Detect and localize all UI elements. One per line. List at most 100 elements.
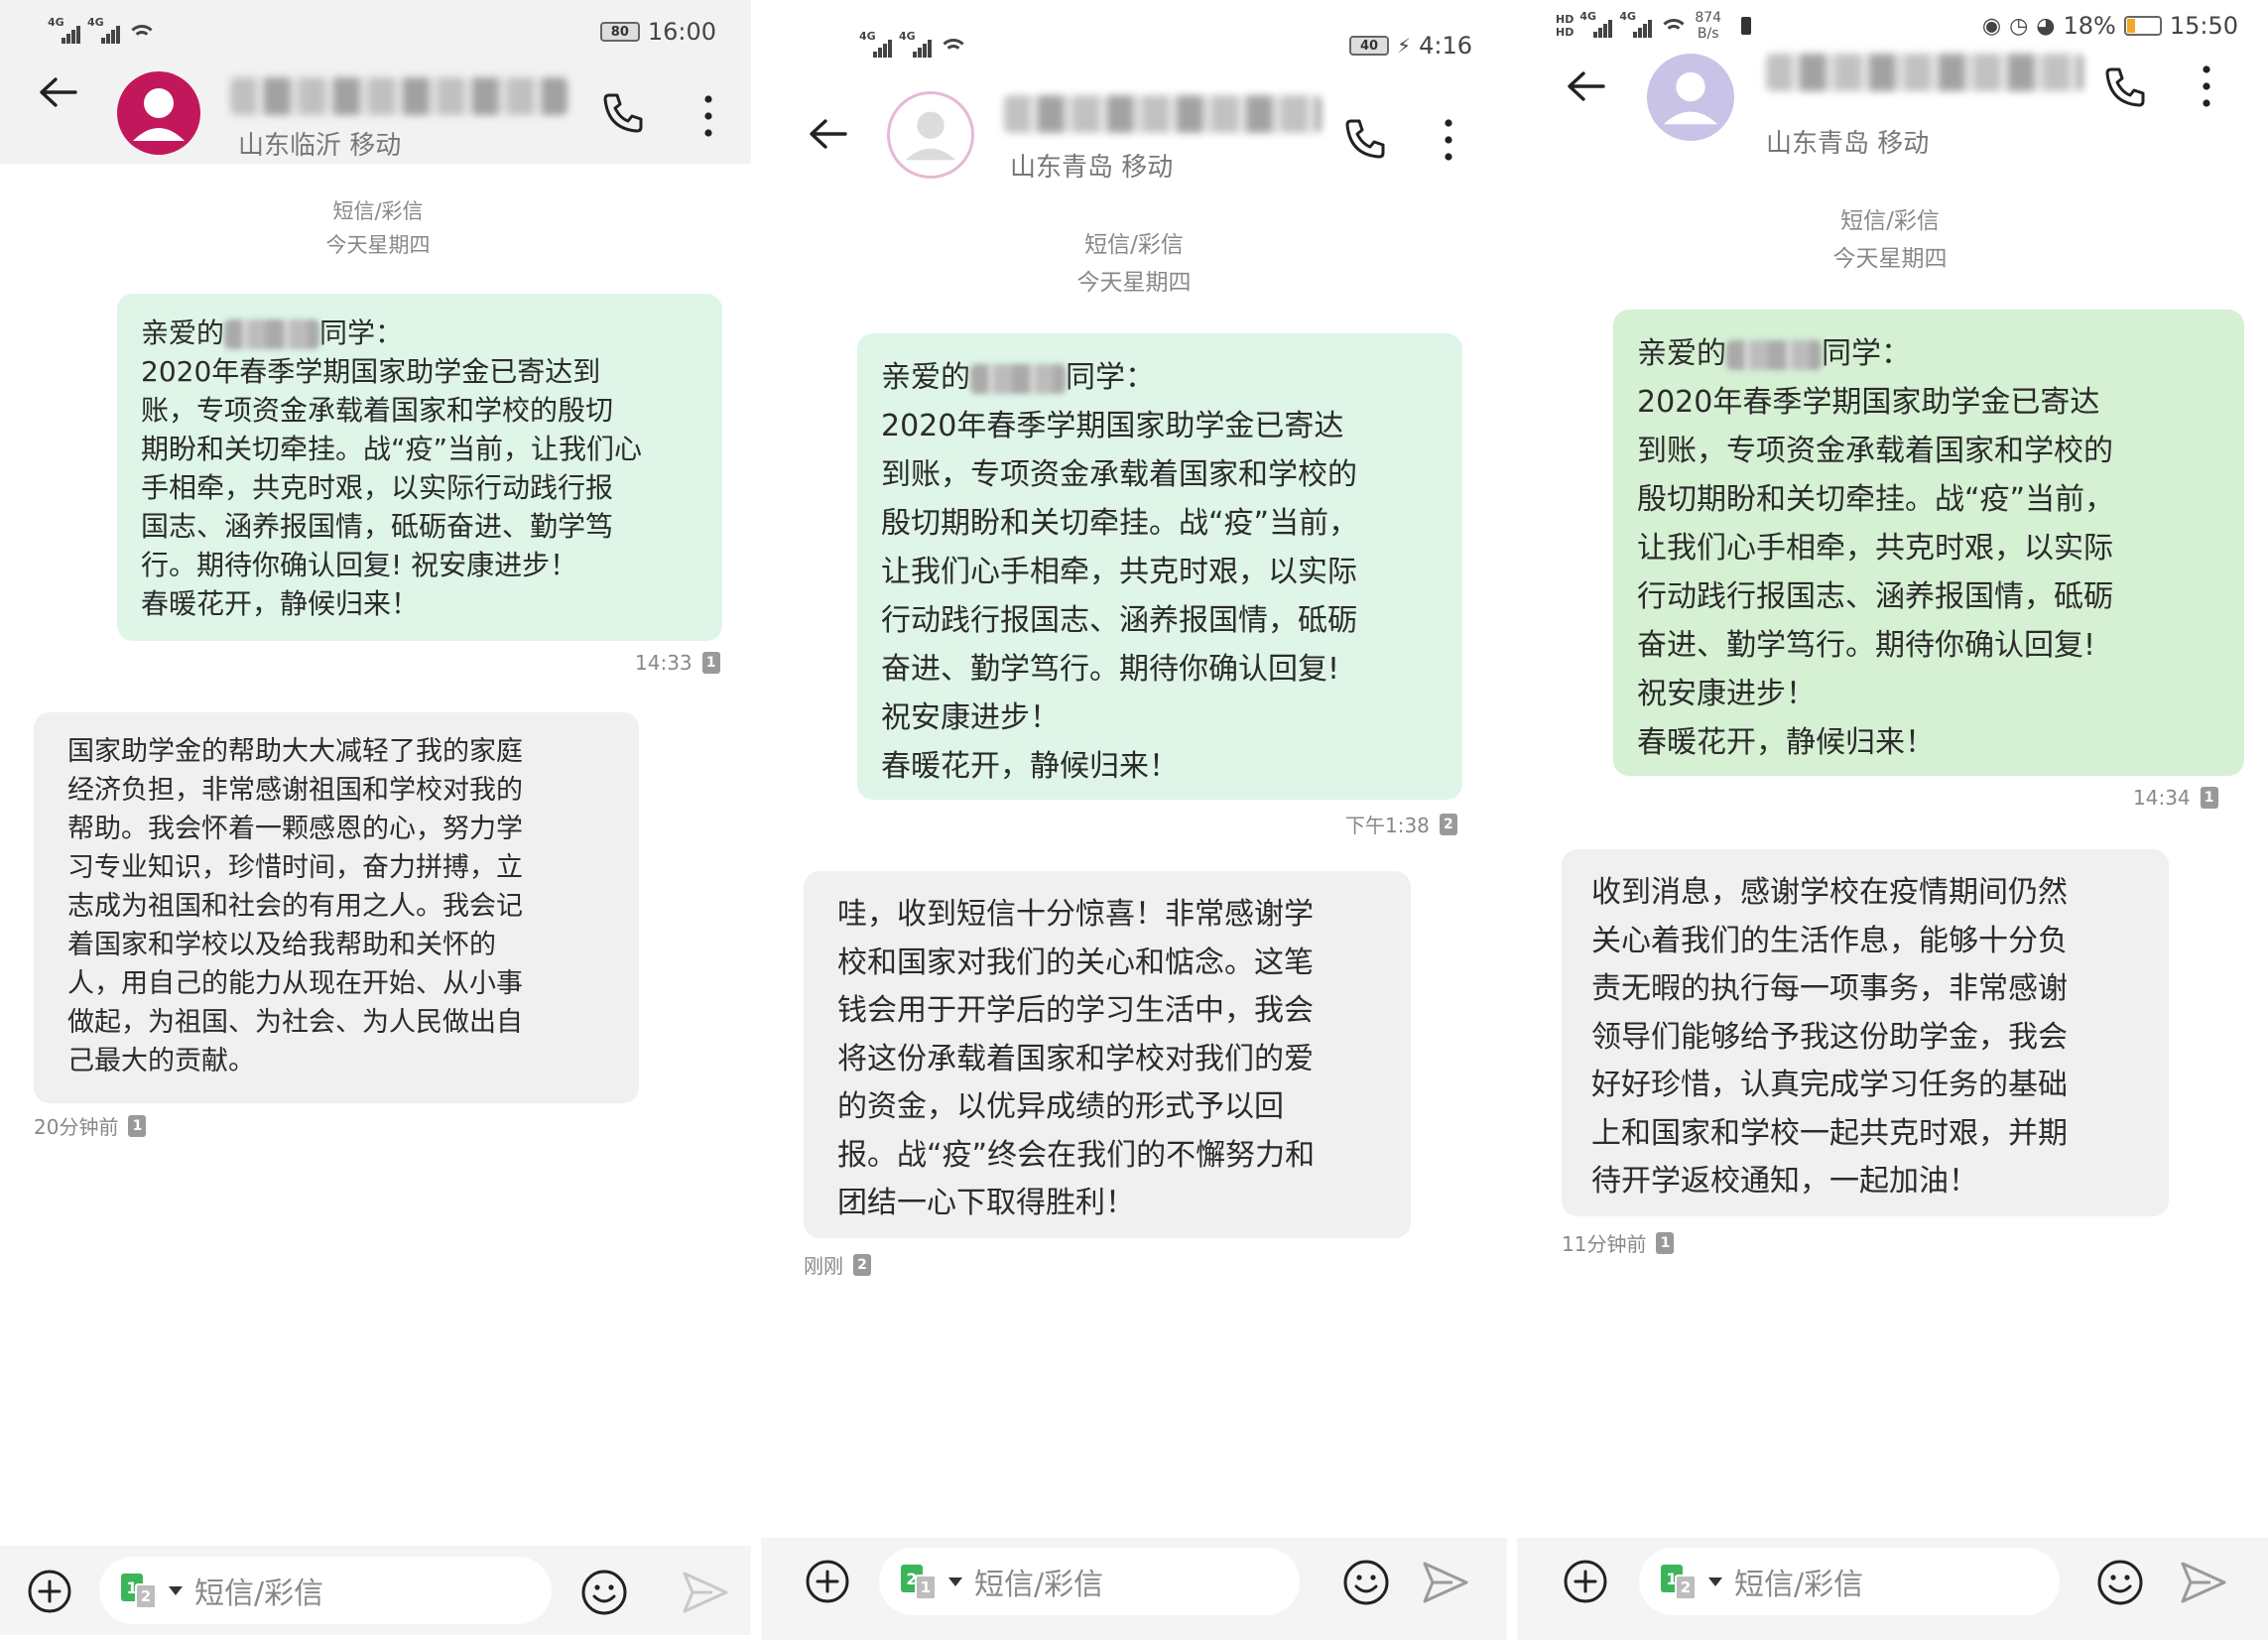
student-name-redacted	[224, 319, 320, 349]
sim-selector-secondary: 2	[135, 1583, 157, 1609]
chevron-down-icon[interactable]	[169, 1585, 183, 1595]
back-arrow-icon[interactable]	[804, 109, 853, 159]
reply-message-bubble[interactable]: 哇，收到短信十分惊喜！非常感谢学 校和国家对我们的关心和惦念。这笔 钱会用于开学…	[804, 871, 1411, 1238]
greeting-suffix: 同学：	[319, 316, 404, 349]
send-icon[interactable]	[2179, 1560, 2228, 1605]
channel-label: 短信/彩信	[1084, 232, 1184, 258]
incoming-timestamp: 14:33 1	[635, 651, 720, 675]
status-bar: HD HD 4G 4G 874 B/s ◉ ◷ ◕ 18% 15:50	[1512, 6, 2268, 46]
status-bar: 4G 4G 80 16:00	[0, 14, 756, 50]
message-line: 到账，专项资金承载着国家和学校的	[1637, 434, 2113, 468]
message-line: 志成为祖国和社会的有用之人。我会记	[67, 891, 523, 922]
avatar[interactable]	[887, 91, 974, 179]
add-attachment-icon[interactable]	[1562, 1558, 1609, 1605]
channel-label: 短信/彩信	[1840, 208, 1940, 234]
signal-icon: 4G	[48, 16, 81, 44]
message-line: 经济负担，非常感谢祖国和学校对我的	[67, 775, 523, 806]
compose-bar: 12 短信/彩信	[0, 1546, 756, 1635]
chevron-down-icon[interactable]	[948, 1577, 962, 1586]
more-options-icon[interactable]	[1439, 117, 1458, 163]
sim-selector-secondary: 2	[1675, 1575, 1697, 1600]
timestamp-text: 下午1:38	[1345, 814, 1430, 837]
greeting-prefix: 亲爱的	[141, 316, 225, 349]
emoji-icon[interactable]	[579, 1568, 629, 1617]
message-line: 人，用自己的能力从现在开始、从小事	[67, 968, 523, 999]
sim-badge: 2	[853, 1253, 871, 1276]
signal-icon: 4G	[87, 16, 121, 44]
message-line: 团结一心下取得胜利！	[837, 1186, 1135, 1220]
speed-icon: ◕	[2036, 13, 2056, 39]
sim-badge: 1	[701, 652, 720, 674]
sim-badge: 1	[1656, 1231, 1675, 1254]
hd-icon: HD HD	[1556, 13, 1575, 39]
conversation-panel-2: 4G 4G 40 ⚡ 4:16 山东青岛 移动 短信/彩信 今天星期四 亲爱的 同…	[756, 0, 1512, 1640]
alarm-icon: ◷	[2009, 13, 2029, 39]
charging-icon: ⚡	[1397, 34, 1412, 58]
incoming-message-bubble[interactable]: 亲爱的 同学： 2020年春季学期国家助学金已寄达到 账，专项资金承载着国家和学校…	[117, 294, 722, 641]
message-line: 己最大的贡献。	[67, 1046, 255, 1076]
channel-label: 短信/彩信	[332, 199, 424, 223]
sim-selector[interactable]: 12	[1661, 1565, 1699, 1600]
eye-icon: ◉	[1981, 13, 2002, 39]
message-line: 报。战“疫”终会在我们的不懈努力和	[837, 1137, 1316, 1173]
input-placeholder: 短信/彩信	[1734, 1568, 1864, 1602]
message-line: 殷切期盼和关切牵挂。战“疫”当前，	[881, 506, 1359, 541]
timestamp-text: 14:33	[635, 651, 693, 675]
timestamp-text: 14:34	[2133, 786, 2191, 810]
message-line: 待开学返校通知，一起加油！	[1591, 1164, 1978, 1198]
add-attachment-icon[interactable]	[26, 1568, 73, 1615]
send-icon[interactable]	[1421, 1560, 1470, 1605]
message-line: 帮助。我会怀着一颗感恩的心，努力学	[67, 814, 523, 844]
phone-icon[interactable]	[2101, 63, 2149, 111]
message-line: 领导们能够给予我这份助学金，我会	[1591, 1019, 2068, 1055]
contact-location: 山东临沂 移动	[238, 131, 402, 161]
status-time: 15:50	[2169, 12, 2238, 40]
more-options-icon[interactable]	[2197, 63, 2216, 109]
battery-icon	[2123, 16, 2162, 36]
message-line: 钱会用于开学后的学习生活中，我会	[837, 993, 1314, 1028]
back-arrow-icon[interactable]	[1562, 62, 1611, 111]
message-line: 账，专项资金承载着国家和学校的殷切	[141, 394, 614, 427]
message-line: 祝安康进步！	[1637, 677, 1816, 711]
message-input[interactable]: 12 短信/彩信	[1639, 1548, 2060, 1615]
wifi-icon	[939, 35, 968, 57]
date-label: 今天星期四	[1076, 270, 1192, 296]
more-options-icon[interactable]	[698, 93, 718, 139]
message-line: 好好珍惜，认真完成学习任务的基础	[1591, 1068, 2068, 1102]
message-line: 春暖花开，静候归来！	[141, 587, 420, 620]
message-line: 哇，收到短信十分惊喜！非常感谢学	[837, 897, 1314, 932]
sim-selector[interactable]: 12	[121, 1574, 159, 1609]
reply-message-bubble[interactable]: 收到消息，感谢学校在疫情期间仍然 关心着我们的生活作息，能够十分负 责无暇的执行…	[1562, 849, 2169, 1216]
timestamp-text: 20分钟前	[34, 1115, 119, 1139]
sim-badge: 1	[2200, 787, 2218, 809]
reply-timestamp: 11分钟前 1	[1562, 1228, 1675, 1257]
contact-name-redacted	[230, 77, 567, 115]
avatar[interactable]	[117, 71, 200, 155]
message-line: 2020年春季学期国家助学金已寄达到	[141, 355, 601, 388]
avatar[interactable]	[1647, 54, 1734, 141]
chevron-down-icon[interactable]	[1708, 1577, 1722, 1586]
reply-message-bubble[interactable]: 国家助学金的帮助大大减轻了我的家庭 经济负担，非常感谢祖国和学校对我的 帮助。我…	[34, 712, 639, 1103]
message-line: 习专业知识，珍惜时间，奋力拼搏，立	[67, 852, 523, 883]
conversation-header: 山东青岛 移动	[756, 79, 1512, 189]
sim-selector[interactable]: 21	[901, 1565, 939, 1600]
incoming-message-bubble[interactable]: 亲爱的 同学： 2020年春季学期国家助学金已寄达 到账，专项资金承载着国家和学校…	[1613, 310, 2244, 776]
phone-icon[interactable]	[1341, 115, 1389, 163]
signal-icon: 4G	[859, 30, 893, 58]
message-input[interactable]: 12 短信/彩信	[99, 1557, 552, 1624]
back-arrow-icon[interactable]	[34, 67, 83, 117]
send-icon[interactable]	[681, 1570, 730, 1615]
incoming-message-bubble[interactable]: 亲爱的 同学： 2020年春季学期国家助学金已寄达 到账，专项资金承载着国家和学校…	[857, 333, 1462, 800]
sim-badge: 2	[1439, 813, 1457, 835]
conversation-panel-3: HD HD 4G 4G 874 B/s ◉ ◷ ◕ 18% 15:50 山东青岛 移…	[1512, 0, 2268, 1640]
phone-icon[interactable]	[599, 89, 647, 137]
emoji-icon[interactable]	[1341, 1558, 1391, 1607]
conversation-panel-1: 4G 4G 80 16:00 山东临沂 移动 短信/彩信 今天星期四 亲爱的 同学…	[0, 0, 756, 1640]
emoji-icon[interactable]	[2095, 1558, 2145, 1607]
contact-name-redacted	[1004, 95, 1322, 133]
message-line: 到账，专项资金承载着国家和学校的	[881, 457, 1357, 492]
message-input[interactable]: 21 短信/彩信	[879, 1548, 1300, 1615]
thread-meta: 短信/彩信 今天星期四	[756, 226, 1512, 302]
add-attachment-icon[interactable]	[804, 1558, 851, 1605]
panel-divider	[751, 0, 761, 1640]
